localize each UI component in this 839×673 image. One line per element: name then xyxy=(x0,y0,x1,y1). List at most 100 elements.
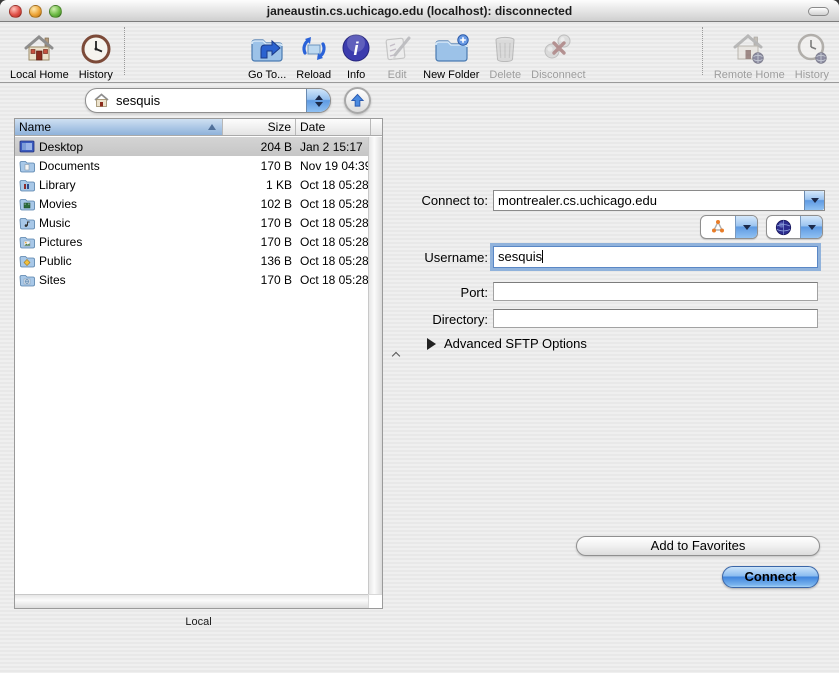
toolbar-new-folder-button[interactable]: New Folder xyxy=(418,25,484,81)
list-header: Name Size Date xyxy=(15,119,382,136)
toolbar-label: Disconnect xyxy=(531,69,585,81)
column-header-date[interactable]: Date xyxy=(296,119,371,135)
new-folder-icon xyxy=(432,30,470,68)
go-up-directory-button[interactable] xyxy=(344,87,371,114)
disclosure-triangle-icon xyxy=(427,338,436,350)
sort-ascending-icon xyxy=(208,124,216,130)
port-input[interactable] xyxy=(493,282,818,301)
vertical-scrollbar[interactable] xyxy=(368,137,382,594)
list-item-pictures[interactable]: Pictures 170 B Oct 18 05:28 xyxy=(15,232,368,251)
window-title: janeaustin.cs.uchicago.edu (localhost): … xyxy=(0,0,839,22)
toolbar-disconnect-button[interactable]: Disconnect xyxy=(526,25,590,81)
column-header-name[interactable]: Name xyxy=(15,119,223,135)
dropdown-arrow-button[interactable] xyxy=(800,216,822,238)
toolbar-info-button[interactable]: i Info xyxy=(336,25,376,81)
disconnect-icon xyxy=(540,30,576,68)
toolbar-local-home-button[interactable]: Local Home xyxy=(5,25,74,81)
username-value: sesquis xyxy=(498,249,542,264)
connect-button[interactable]: Connect xyxy=(722,566,819,588)
port-label: Port: xyxy=(408,285,488,300)
directory-label: Directory: xyxy=(408,312,488,327)
chevron-down-icon xyxy=(808,225,816,230)
globe-icon xyxy=(767,216,800,238)
list-item-documents[interactable]: Documents 170 B Nov 19 04:39 xyxy=(15,156,368,175)
list-item-movies[interactable]: Movies 102 B Oct 18 05:28 xyxy=(15,194,368,213)
column-header-spacer xyxy=(371,119,382,135)
list-item-library[interactable]: Library 1 KB Oct 18 05:28 xyxy=(15,175,368,194)
toolbar-toggle-pill-button[interactable] xyxy=(808,7,829,16)
advanced-options-label: Advanced SFTP Options xyxy=(444,336,587,351)
username-label: Username: xyxy=(408,250,488,265)
toolbar-label: History xyxy=(79,69,113,81)
connect-to-dropdown-button[interactable] xyxy=(804,191,824,210)
pane-splitter-handle[interactable] xyxy=(392,353,400,358)
local-home-icon xyxy=(22,30,56,68)
toolbar-reload-button[interactable]: Reload xyxy=(291,25,336,81)
scrollbar-corner xyxy=(368,594,382,608)
library-folder-icon xyxy=(19,178,35,192)
popup-down-arrow-icon xyxy=(315,102,323,107)
local-path-popup[interactable]: sesquis xyxy=(85,88,331,113)
list-item-desktop[interactable]: Desktop 204 B Jan 2 15:17 xyxy=(15,137,368,156)
toolbar-label: Local Home xyxy=(10,69,69,81)
username-input[interactable]: sesquis xyxy=(493,246,818,268)
list-rows: Desktop 204 B Jan 2 15:17 Documents 170 … xyxy=(15,137,368,594)
toolbar: Local Home History xyxy=(0,23,839,83)
text-caret xyxy=(542,250,543,263)
list-item-sites[interactable]: Sites 170 B Oct 18 05:28 xyxy=(15,270,368,289)
desktop-icon xyxy=(19,140,35,154)
known-hosts-dropdown[interactable] xyxy=(766,215,823,239)
bonjour-servers-dropdown[interactable] xyxy=(700,215,758,239)
local-file-list: Name Size Date Desktop 204 B Jan 2 15:17… xyxy=(14,118,383,609)
music-folder-icon xyxy=(19,216,35,230)
goto-folder-icon xyxy=(249,30,285,68)
toolbar-label: Edit xyxy=(388,69,407,81)
toolbar-label: Info xyxy=(347,69,365,81)
list-item-music[interactable]: Music 170 B Oct 18 05:28 xyxy=(15,213,368,232)
connect-to-label: Connect to: xyxy=(408,193,488,208)
toolbar-label: New Folder xyxy=(423,69,479,81)
documents-folder-icon xyxy=(19,159,35,173)
toolbar-label: Go To... xyxy=(248,69,286,81)
remote-home-icon xyxy=(732,30,766,68)
toolbar-remote-home-button[interactable]: Remote Home xyxy=(709,25,790,81)
toolbar-delete-button[interactable]: Delete xyxy=(484,25,526,81)
local-path-popup-value: sesquis xyxy=(116,93,306,108)
chevron-down-icon xyxy=(743,225,751,230)
toolbar-remote-history-button[interactable]: History xyxy=(790,25,834,81)
directory-input[interactable] xyxy=(493,309,818,328)
bonjour-icon xyxy=(701,216,735,238)
history-icon xyxy=(80,30,112,68)
dropdown-arrow-button[interactable] xyxy=(735,216,757,238)
popup-up-arrow-icon xyxy=(315,95,323,100)
column-header-size[interactable]: Size xyxy=(223,119,296,135)
toolbar-label: History xyxy=(795,69,829,81)
local-pane-label: Local xyxy=(14,616,383,628)
reload-icon xyxy=(297,30,331,68)
toolbar-separator xyxy=(702,27,703,75)
info-icon: i xyxy=(341,30,371,68)
home-folder-icon xyxy=(93,93,110,108)
edit-icon xyxy=(381,30,413,68)
up-arrow-icon xyxy=(350,93,365,108)
toolbar-label: Reload xyxy=(296,69,331,81)
toolbar-label: Remote Home xyxy=(714,69,785,81)
toolbar-label: Delete xyxy=(489,69,521,81)
title-bar[interactable]: janeaustin.cs.uchicago.edu (localhost): … xyxy=(0,0,839,22)
list-item-public[interactable]: Public 136 B Oct 18 05:28 xyxy=(15,251,368,270)
toolbar-goto-button[interactable]: Go To... xyxy=(243,25,291,81)
remote-history-icon xyxy=(796,30,828,68)
connect-to-value[interactable]: montrealer.cs.uchicago.edu xyxy=(494,191,804,210)
add-to-favorites-button[interactable]: Add to Favorites xyxy=(576,536,820,556)
connect-to-combobox[interactable]: montrealer.cs.uchicago.edu xyxy=(493,190,825,211)
trash-icon xyxy=(491,30,519,68)
toolbar-history-button[interactable]: History xyxy=(74,25,118,81)
toolbar-separator xyxy=(124,27,125,75)
popup-arrows xyxy=(306,89,330,112)
toolbar-edit-button[interactable]: Edit xyxy=(376,25,418,81)
movies-folder-icon xyxy=(19,197,35,211)
advanced-sftp-options-disclosure[interactable]: Advanced SFTP Options xyxy=(427,336,587,351)
pictures-folder-icon xyxy=(19,235,35,249)
horizontal-scrollbar[interactable] xyxy=(15,594,368,608)
sites-folder-icon xyxy=(19,273,35,287)
